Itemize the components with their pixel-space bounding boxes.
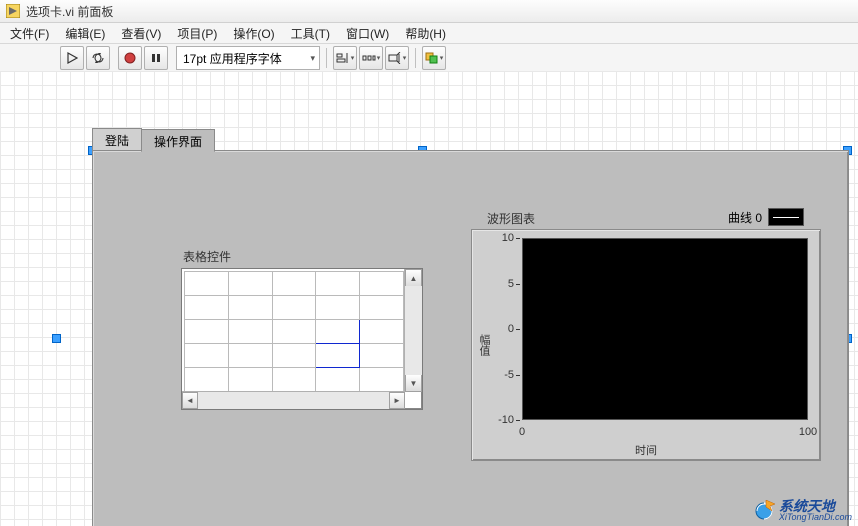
menu-edit[interactable]: 编辑(E) [57, 23, 113, 44]
menu-view[interactable]: 查看(V) [113, 23, 169, 44]
legend-plot-name: 曲线 0 [728, 209, 762, 226]
menu-operate[interactable]: 操作(O) [225, 23, 282, 44]
menubar: 文件(F) 编辑(E) 查看(V) 项目(P) 操作(O) 工具(T) 窗口(W… [0, 23, 858, 44]
selection-handle[interactable] [52, 334, 61, 343]
align-objects-button[interactable]: ▾ [333, 46, 357, 70]
x-tick: 0 [519, 426, 525, 438]
legend-line-sample-icon[interactable] [768, 208, 804, 226]
abort-button[interactable] [118, 46, 142, 70]
reorder-button[interactable]: ▾ [422, 46, 446, 70]
tab-login[interactable]: 登陆 [92, 128, 142, 150]
menu-file[interactable]: 文件(F) [2, 23, 57, 44]
scroll-left-icon[interactable]: ◄ [182, 392, 198, 409]
table-horizontal-scrollbar[interactable]: ◄ ► [182, 391, 405, 409]
tab-control[interactable]: 登陆 操作界面 表格控件 [92, 128, 847, 526]
table-control[interactable]: ▲ ▼ ◄ ► [181, 268, 423, 410]
labview-vi-icon [6, 4, 20, 18]
waveform-chart-label: 波形图表 [487, 210, 535, 227]
toolbar: 17pt 应用程序字体 ▾ ▾ ▾ ▾ [0, 44, 858, 73]
tab-operation[interactable]: 操作界面 [141, 129, 215, 152]
run-continuously-button[interactable] [86, 46, 110, 70]
tab-page-operation: 表格控件 ▲ ▼ [92, 150, 849, 526]
x-tick: 100 [799, 426, 817, 438]
font-selector-label: 17pt 应用程序字体 [183, 50, 282, 67]
y-tick: 0 [508, 323, 514, 335]
distribute-objects-button[interactable]: ▾ [359, 46, 383, 70]
front-panel-window: 选项卡.vi 前面板 文件(F) 编辑(E) 查看(V) 项目(P) 操作(O)… [0, 0, 858, 526]
scroll-right-icon[interactable]: ► [389, 392, 405, 409]
menu-tools[interactable]: 工具(T) [283, 23, 338, 44]
tab-strip: 登陆 操作界面 [92, 128, 847, 150]
chart-x-axis-label: 时间 [472, 442, 820, 458]
toolbar-separator [326, 48, 327, 68]
scroll-up-icon[interactable]: ▲ [405, 269, 422, 286]
menu-window[interactable]: 窗口(W) [338, 23, 397, 44]
pause-button[interactable] [144, 46, 168, 70]
font-selector[interactable]: 17pt 应用程序字体 [176, 46, 320, 70]
menu-help[interactable]: 帮助(H) [397, 23, 454, 44]
titlebar: 选项卡.vi 前面板 [0, 0, 858, 23]
y-tick: -5 [504, 369, 514, 381]
chart-y-axis: 10 5 0 -5 -10 [472, 238, 520, 420]
menu-project[interactable]: 项目(P) [169, 23, 225, 44]
toolbar-separator [415, 48, 416, 68]
waveform-chart[interactable]: 幅值 10 5 0 -5 -10 0 100 时间 [471, 229, 821, 461]
table-cell-selected[interactable] [316, 320, 360, 344]
table-vertical-scrollbar[interactable]: ▲ ▼ [404, 269, 422, 392]
front-panel-canvas[interactable]: 登陆 操作界面 表格控件 [0, 71, 858, 526]
y-tick: 10 [502, 232, 514, 244]
table-control-label: 表格控件 [183, 248, 231, 265]
window-title: 选项卡.vi 前面板 [26, 3, 113, 20]
scroll-down-icon[interactable]: ▼ [405, 375, 422, 392]
chart-plot-area[interactable] [522, 238, 808, 420]
run-button[interactable] [60, 46, 84, 70]
y-tick: -10 [498, 414, 514, 426]
table-cell-selected[interactable] [316, 344, 360, 368]
chart-x-axis: 0 100 [522, 426, 808, 442]
table-grid[interactable] [184, 271, 404, 391]
y-tick: 5 [508, 278, 514, 290]
chart-legend[interactable]: 曲线 0 [724, 206, 808, 228]
resize-objects-button[interactable]: ▾ [385, 46, 409, 70]
